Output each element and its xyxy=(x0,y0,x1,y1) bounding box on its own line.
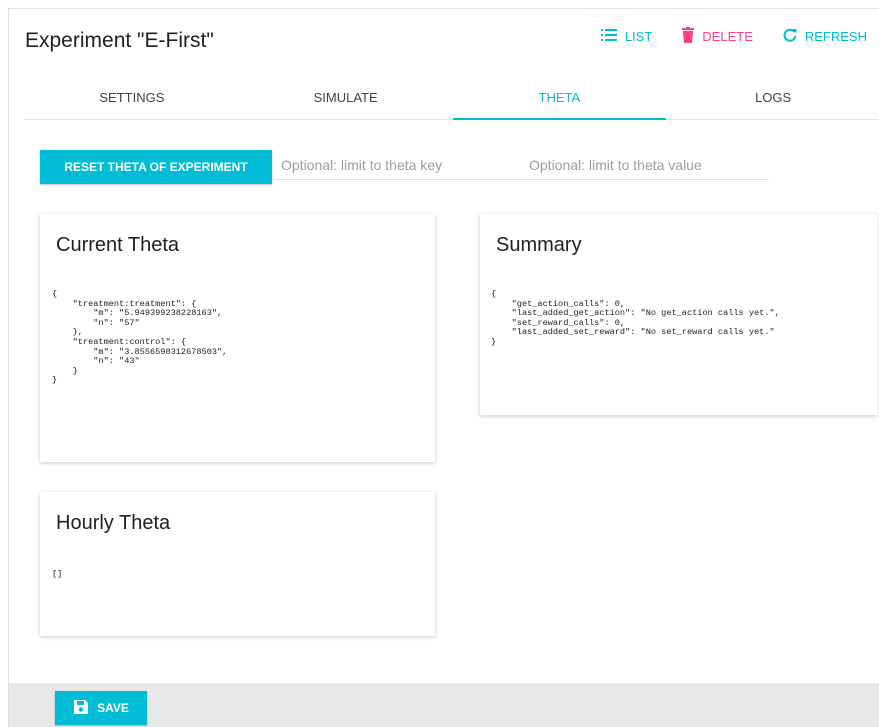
list-label: LIST xyxy=(624,29,653,44)
page-title: Experiment "E-First" xyxy=(25,29,214,52)
save-label: SAVE xyxy=(97,701,129,715)
delete-label: DELETE xyxy=(702,29,753,44)
current-theta-json: { "treatment:treatment": { "m": "5.94939… xyxy=(52,289,228,386)
save-icon xyxy=(73,699,89,718)
hourly-theta-card: Hourly Theta [] xyxy=(40,492,435,636)
refresh-button[interactable]: REFRESH xyxy=(783,27,867,46)
tab-simulate[interactable]: SIMULATE xyxy=(239,79,453,119)
theta-key-input[interactable] xyxy=(273,150,521,180)
tab-bar: SETTINGS SIMULATE THETA LOGS xyxy=(25,79,879,120)
tab-theta[interactable]: THETA xyxy=(452,79,667,120)
refresh-label: REFRESH xyxy=(804,29,867,44)
list-icon xyxy=(600,29,617,44)
trash-icon xyxy=(682,27,695,46)
theta-value-input[interactable] xyxy=(521,150,769,180)
current-theta-card: Current Theta { "treatment:treatment": {… xyxy=(40,214,435,462)
tab-settings[interactable]: SETTINGS xyxy=(25,79,239,119)
summary-json: { "get_action_calls": 0, "last_added_get… xyxy=(491,289,780,347)
experiment-view: Experiment "E-First" LIST DELETE REFRESH… xyxy=(8,8,879,727)
reset-theta-button[interactable]: RESET THETA OF EXPERIMENT xyxy=(40,150,272,184)
current-theta-title: Current Theta xyxy=(56,234,180,256)
refresh-icon xyxy=(783,28,797,45)
list-button[interactable]: LIST xyxy=(600,27,653,46)
delete-button[interactable]: DELETE xyxy=(682,27,753,46)
hourly-theta-title: Hourly Theta xyxy=(56,512,171,534)
save-button[interactable]: SAVE xyxy=(55,691,147,725)
hourly-theta-json: [] xyxy=(52,569,63,579)
header-actions: LIST DELETE REFRESH xyxy=(600,27,867,46)
summary-title: Summary xyxy=(496,234,582,256)
footer-bar: SAVE xyxy=(9,683,879,727)
tab-logs[interactable]: LOGS xyxy=(666,79,879,119)
summary-card: Summary { "get_action_calls": 0, "last_a… xyxy=(480,214,878,415)
